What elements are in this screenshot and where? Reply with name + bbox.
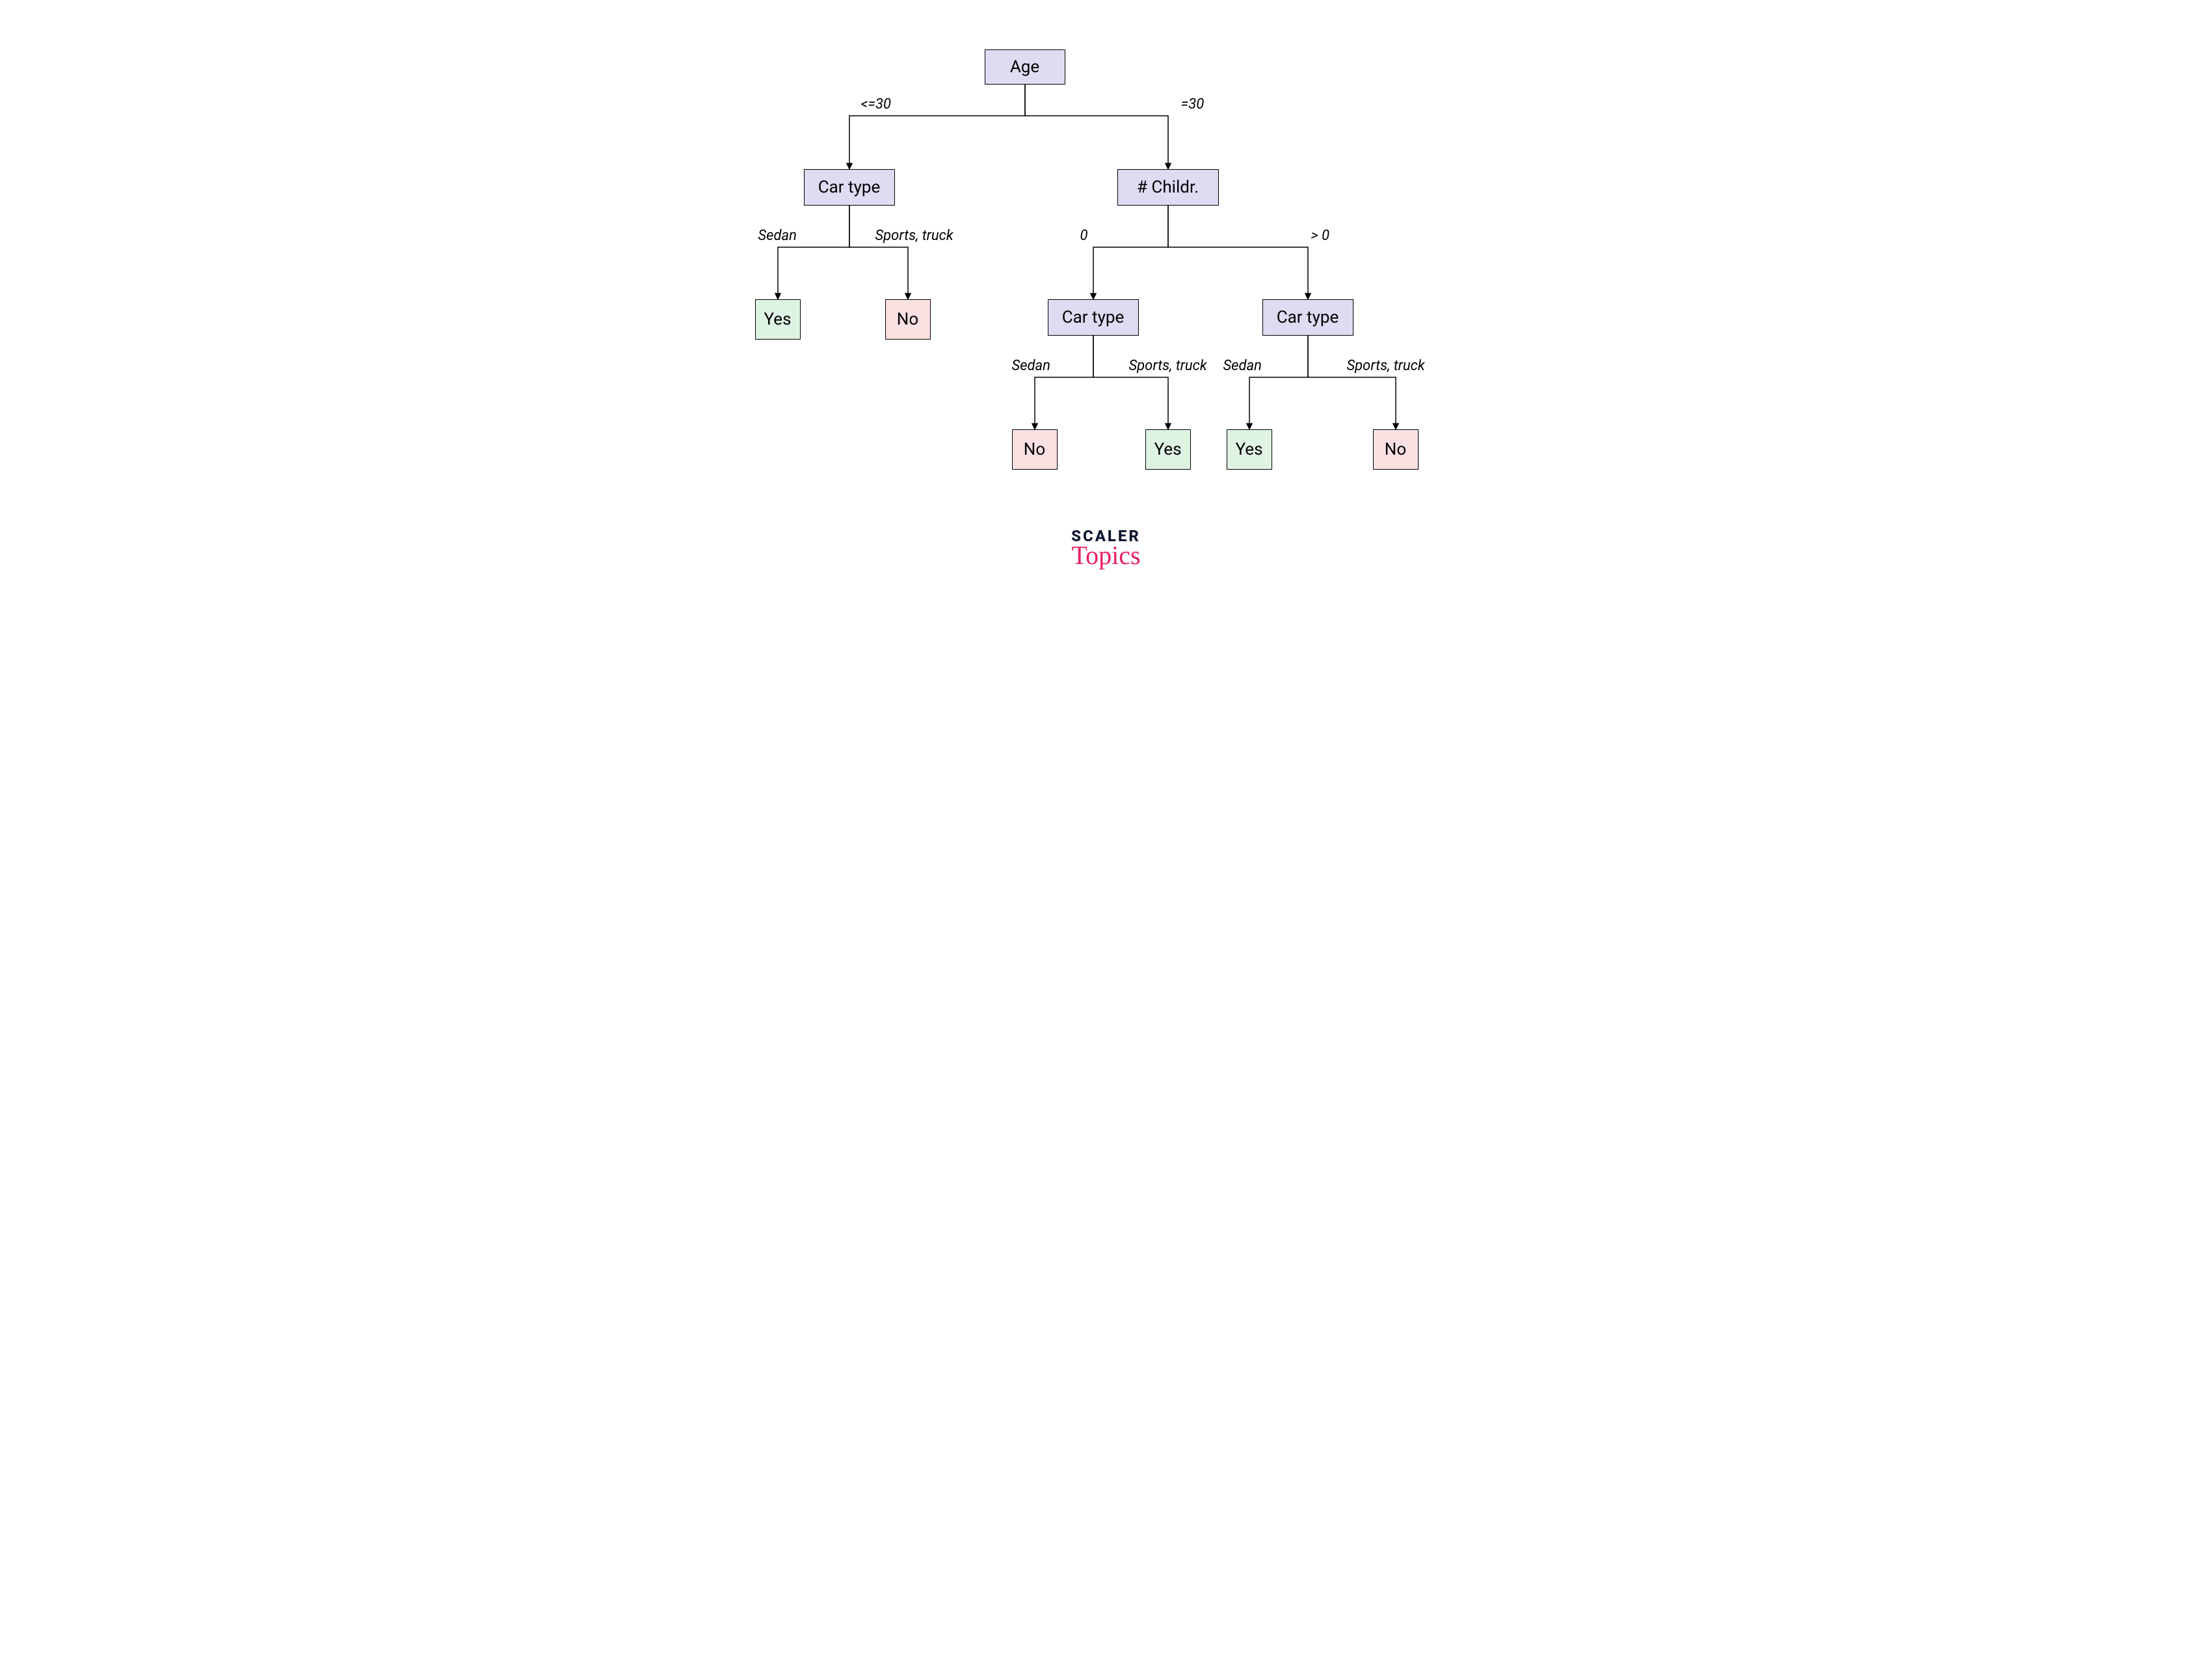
leaf-yes-1: Yes (755, 299, 801, 340)
leaf-no-2: No (1012, 429, 1058, 470)
edge-sports-3: Sports, truck (1347, 358, 1425, 374)
edge-sports-2: Sports, truck (1129, 358, 1207, 374)
node-car-type-mid: Car type (1048, 299, 1139, 336)
edge-sedan-2: Sedan (1012, 358, 1050, 374)
edge-child-0: 0 (1080, 228, 1088, 244)
node-children: # Childr. (1117, 169, 1219, 206)
leaf-yes-2: Yes (1145, 429, 1191, 470)
decision-tree-diagram: Age Car type # Childr. Car type Car type… (700, 0, 1513, 617)
leaf-no-1: No (885, 299, 931, 340)
node-car-type-left: Car type (804, 169, 895, 206)
edge-age-eq30: =30 (1181, 96, 1205, 113)
edge-child-gt0: > 0 (1311, 228, 1330, 244)
logo-line2: Topics (1054, 540, 1158, 570)
leaf-yes-3: Yes (1227, 429, 1272, 470)
leaf-no-3: No (1373, 429, 1419, 470)
edge-age-le30: <=30 (861, 96, 892, 113)
node-age: Age (985, 49, 1065, 85)
edge-sedan-1: Sedan (758, 228, 797, 244)
edge-sedan-3: Sedan (1223, 358, 1262, 374)
scaler-topics-logo: SCALER Topics (1054, 527, 1158, 570)
node-car-type-right: Car type (1262, 299, 1353, 336)
edge-sports-1: Sports, truck (875, 228, 953, 244)
